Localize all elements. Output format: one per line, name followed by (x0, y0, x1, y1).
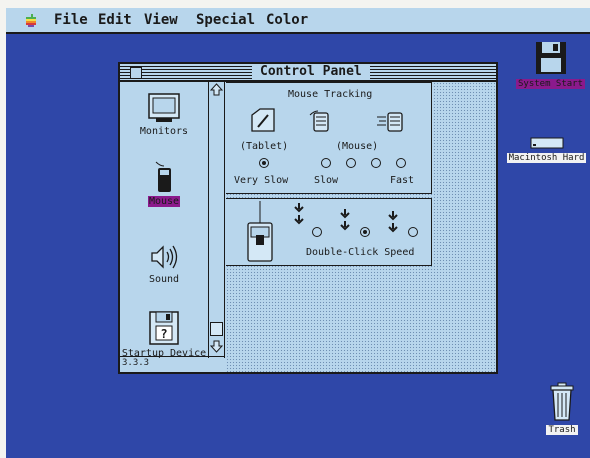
cp-item-monitors[interactable]: Monitors (120, 92, 208, 137)
double-click-speed-label: Double-Click Speed (306, 247, 415, 258)
scroll-down-arrow-icon[interactable] (210, 340, 223, 353)
menu-bar: File Edit View Special Color (6, 8, 590, 34)
title-bar[interactable]: Control Panel (120, 64, 496, 82)
cp-item-startup-device[interactable]: ? Startup Device (120, 310, 208, 359)
menu-edit[interactable]: Edit (98, 12, 132, 28)
tracking-radio-slow[interactable] (321, 158, 331, 168)
desktop[interactable]: File Edit View Special Color Control Pan… (6, 8, 590, 458)
tracking-radio-2[interactable] (346, 158, 356, 168)
mouse-tracking-title: Mouse Tracking (288, 89, 373, 100)
apple-icon[interactable] (24, 14, 38, 28)
desktop-icon-label: System Start (515, 79, 586, 89)
divider (120, 356, 225, 357)
cp-item-label: Sound (148, 274, 180, 285)
control-panel-icon-list: Monitors Mouse Sound ? Startup Device (120, 82, 209, 359)
hard-disk-icon (530, 137, 563, 149)
mouse-tracking-box: Mouse Tracking (Tablet) (Mouse) Very Slo… (226, 82, 432, 194)
very-slow-label: Very Slow (234, 175, 289, 186)
tablet-label: (Tablet) (240, 141, 289, 152)
menu-view[interactable]: View (144, 12, 178, 28)
desktop-icon-trash[interactable]: Trash (540, 382, 584, 435)
menu-color[interactable]: Color (266, 12, 308, 28)
double-click-radio-slow[interactable] (312, 227, 322, 237)
tracking-radio-3[interactable] (371, 158, 381, 168)
mouse-label: (Mouse) (336, 141, 379, 152)
fast-label: Fast (390, 175, 415, 186)
double-click-box: Double-Click Speed (226, 198, 432, 266)
floppy-disk-icon (535, 42, 566, 74)
version-label: 3.3.3 (122, 358, 150, 368)
cp-item-sound[interactable]: Sound (120, 242, 208, 285)
close-box[interactable] (130, 67, 142, 79)
cp-item-mouse[interactable]: Mouse (120, 160, 208, 207)
mouse-button-icon (247, 201, 273, 262)
tracking-radio-very-slow[interactable] (259, 158, 269, 168)
tablet-icon (251, 108, 275, 132)
mouse-slow-icon (309, 110, 329, 132)
desktop-icon-label: Macintosh Hard (506, 153, 587, 163)
double-click-radio-medium[interactable] (360, 227, 370, 237)
mouse-settings-panel: Mouse Tracking (Tablet) (Mouse) Very Slo… (226, 82, 496, 372)
mouse-fast-icon (377, 112, 403, 132)
double-click-radio-fast[interactable] (408, 227, 418, 237)
vertical-scrollbar[interactable] (208, 82, 225, 358)
desktop-icon-macintosh-hard[interactable]: Macintosh Hard (503, 136, 590, 163)
control-panel-window: Control Panel Monitors Mouse Sound ? Sta… (118, 62, 498, 374)
trash-icon (550, 382, 574, 421)
tracking-radio-fast[interactable] (396, 158, 406, 168)
menu-file[interactable]: File (54, 12, 88, 28)
click-arrows-icon (340, 209, 350, 231)
cp-item-label: Monitors (139, 126, 189, 137)
disk-icon: ? (149, 311, 179, 345)
svg-text:?: ? (160, 327, 167, 341)
speaker-icon (151, 245, 178, 269)
menu-special[interactable]: Special (196, 12, 255, 28)
window-title: Control Panel (252, 64, 370, 80)
slow-label: Slow (314, 175, 339, 186)
click-arrows-icon (294, 203, 304, 225)
desktop-icon-label: Trash (546, 425, 578, 435)
desktop-icon-system-start[interactable]: System Start (511, 40, 590, 89)
click-arrows-icon (388, 211, 398, 233)
monitor-icon (148, 93, 180, 122)
mouse-icon (155, 161, 171, 192)
cp-item-label: Mouse (147, 196, 181, 207)
scroll-up-arrow-icon[interactable] (210, 83, 223, 96)
scroll-thumb[interactable] (210, 322, 223, 336)
